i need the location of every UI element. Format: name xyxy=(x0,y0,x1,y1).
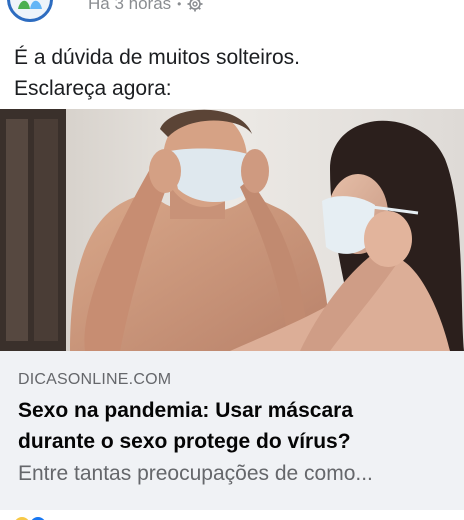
link-description: Entre tantas preocupações de como... xyxy=(18,462,373,485)
reactions-row xyxy=(0,510,464,520)
post-header: Há 3 horas • xyxy=(0,0,464,26)
link-domain: DICASONLINE.COM xyxy=(18,371,172,388)
post-text-line: Esclareça agora: xyxy=(14,77,172,100)
couple-wearing-masks-photo xyxy=(0,109,464,351)
link-title-line: durante o sexo protege do vírus? xyxy=(18,430,351,453)
post-meta: Há 3 horas • xyxy=(88,0,203,14)
post-text: É a dúvida de muitos solteiros. Esclareç… xyxy=(14,42,454,104)
post-text-line: É a dúvida de muitos solteiros. xyxy=(14,46,300,69)
reaction-icons[interactable] xyxy=(0,513,60,520)
link-preview-image[interactable] xyxy=(0,109,464,351)
gear-icon[interactable] xyxy=(187,0,203,12)
link-title-line: Sexo na pandemia: Usar máscara xyxy=(18,399,353,422)
post-timestamp[interactable]: Há 3 horas xyxy=(88,0,171,14)
link-title[interactable]: Sexo na pandemia: Usar máscara durante o… xyxy=(18,395,458,457)
page-avatar[interactable] xyxy=(7,0,53,22)
leaf-logo-icon xyxy=(18,0,42,9)
link-preview-card[interactable]: DICASONLINE.COM Sexo na pandemia: Usar m… xyxy=(0,351,464,510)
meta-separator: • xyxy=(177,0,182,11)
